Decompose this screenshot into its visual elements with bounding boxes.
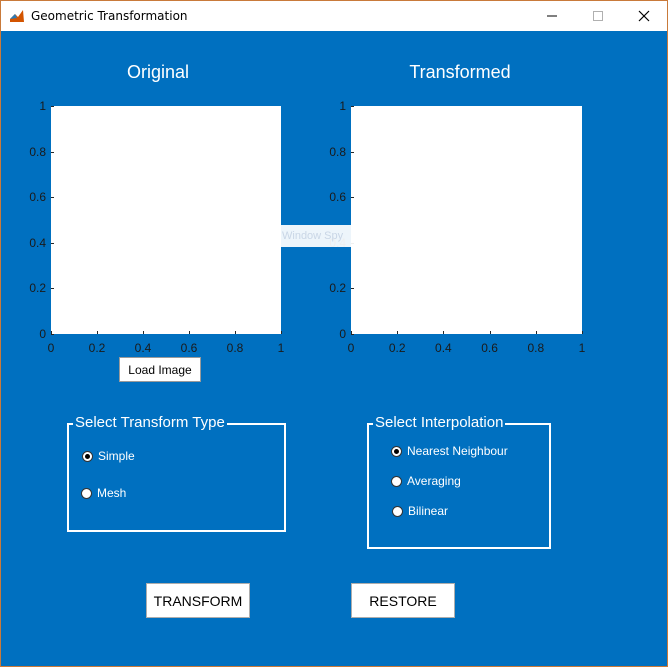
window-title: Geometric Transformation [31,9,188,23]
close-icon [638,10,650,22]
original-xtick-label: 0.6 [180,341,198,355]
original-ytick-label: 0.8 [29,144,46,159]
radio-selected-dot [85,453,90,459]
original-xtick-mark [281,331,282,334]
radio-simple[interactable]: Simple [82,449,135,463]
original-ytick-label: 0.6 [29,190,46,205]
original-xtick-mark [143,331,144,334]
close-button[interactable] [621,1,667,31]
transformed-ytick-label: 0.8 [329,144,346,159]
transformed-xtick-mark [351,331,352,334]
transformed-ytick-mark [351,106,354,107]
transformed-xtick-label: 0.2 [388,341,406,355]
transformed-ytick-mark [351,151,354,153]
original-ytick-mark [51,288,54,290]
original-xtick-mark [51,331,52,334]
transform-button[interactable]: TRANSFORM [146,583,250,618]
title-bar[interactable]: Geometric Transformation [1,1,667,31]
original-ytick-mark [51,197,54,199]
radio-bilinear-circle[interactable] [392,505,403,517]
transformed-xtick-mark [489,331,491,334]
radio-selected-dot [394,448,399,454]
original-ytick-label: 0.2 [29,281,46,296]
radio-nearest-label: Nearest Neighbour [407,444,508,458]
maximize-button[interactable] [575,1,621,31]
radio-averaging-circle[interactable] [391,475,402,487]
original-xtick-label: 1 [277,341,285,355]
transformed-xtick-label: 0.4 [435,341,452,355]
transformed-ytick-label: 0 [339,327,346,341]
transformed-xtick-mark [397,331,399,334]
radio-mesh-label: Mesh [97,486,127,500]
transformed-ytick-mark [351,197,354,199]
radio-averaging-label: Averaging [407,474,461,488]
original-axes-title: Original [126,62,190,82]
minimize-button[interactable] [529,1,575,31]
matlab-icon [9,8,25,24]
transformed-xtick-label: 1 [578,341,586,355]
transformed-ytick-label: 0.6 [329,190,346,205]
transformed-ytick-label: 0.2 [329,281,346,296]
original-xtick-mark [235,331,236,334]
original-xtick-mark [97,331,98,334]
original-xtick-mark [189,331,190,334]
transformed-ytick-mark [351,334,354,335]
minimize-icon [547,15,557,17]
original-xtick-label: 0.4 [134,341,152,355]
original-ytick-label: 1 [39,99,46,113]
original-image-axes [51,106,281,334]
load-image-button[interactable]: Load Image [119,357,201,382]
transformed-xtick-label: 0 [347,341,355,355]
radio-nearest-circle[interactable] [391,445,402,457]
original-ytick-label: 0 [39,327,46,341]
radio-simple-circle[interactable] [82,450,93,462]
window-spy-overlay: Window Spy [250,225,423,247]
interpolation-title: Select Interpolation [373,414,506,432]
original-ytick-mark [51,242,54,244]
original-ytick-mark [51,106,54,107]
transformed-xtick-mark [582,331,583,334]
original-ytick-mark [51,151,54,153]
radio-simple-label: Simple [98,449,135,463]
transformed-xtick-mark [535,331,537,334]
original-xtick-label: 0.8 [226,341,244,355]
original-ytick-mark [51,334,54,335]
transform-type-title: Select Transform Type [73,414,227,432]
transformed-axes-title: Transformed [409,62,511,82]
maximize-icon [593,11,603,21]
restore-button[interactable]: RESTORE [351,583,455,618]
radio-bilinear-label: Bilinear [408,504,449,518]
transformed-image-axes [351,106,582,334]
transformed-ytick-label: 1 [339,99,346,113]
radio-nearest-neighbour[interactable]: Nearest Neighbour [391,444,508,458]
transformed-xtick-label: 0.8 [527,341,545,355]
original-xtick-label: 0 [47,341,55,355]
transform-type-group: Select Transform Type [67,414,286,532]
original-xtick-label: 0.2 [88,341,106,355]
radio-mesh-circle[interactable] [81,487,92,499]
radio-mesh[interactable]: Mesh [81,486,126,500]
app-window: Geometric Transformation Original Transf… [0,0,668,667]
radio-averaging[interactable]: Averaging [391,474,461,488]
transformed-xtick-label: 0.6 [481,341,498,355]
transformed-xtick-mark [443,331,445,334]
transformed-ytick-mark [351,288,354,290]
original-ytick-label: 0.4 [29,235,46,250]
radio-bilinear[interactable]: Bilinear [392,504,448,518]
